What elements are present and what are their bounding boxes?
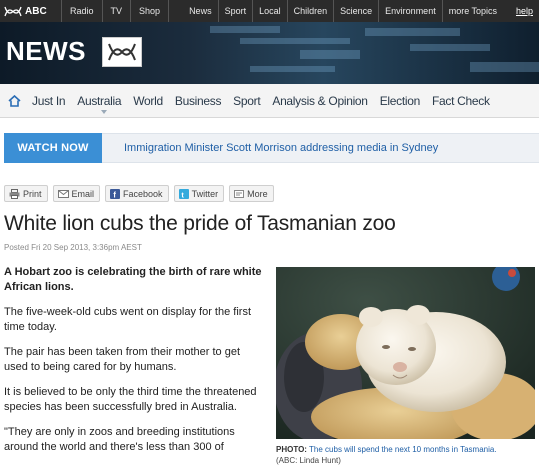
photo-caption: PHOTO: The cubs will spend the next 10 m…: [276, 444, 538, 466]
watch-now-strip: WATCH NOW Immigration Minister Scott Mor…: [4, 133, 539, 163]
banner-decoration: [365, 28, 460, 36]
top-link-shop[interactable]: Shop: [131, 0, 170, 22]
twitter-button[interactable]: t Twitter: [173, 185, 225, 202]
banner-decoration: [240, 38, 350, 44]
top-link-children[interactable]: Children: [288, 0, 335, 22]
photo-label: PHOTO:: [276, 445, 307, 454]
abc-news-logo[interactable]: [102, 37, 142, 67]
lion-cubs-image: [276, 267, 535, 439]
lion-cubs-photo[interactable]: [276, 267, 535, 439]
nav-fact-check[interactable]: Fact Check: [426, 84, 496, 118]
twitter-label: Twitter: [191, 188, 219, 199]
abc-wave-logo-icon: [108, 43, 136, 61]
banner-decoration: [300, 50, 360, 59]
top-link-environment[interactable]: Environment: [379, 0, 443, 22]
top-links-left: Radio TV Shop: [62, 0, 170, 22]
article-headline: White lion cubs the pride of Tasmanian z…: [4, 212, 396, 235]
watch-now-link[interactable]: Immigration Minister Scott Morrison addr…: [124, 142, 438, 154]
article-body: A Hobart zoo is celebrating the birth of…: [4, 265, 266, 465]
news-title[interactable]: NEWS: [6, 36, 86, 67]
home-icon[interactable]: [2, 94, 26, 107]
abc-logo-icon: [4, 6, 22, 16]
help-link[interactable]: help: [516, 0, 533, 22]
top-link-science[interactable]: Science: [334, 0, 380, 22]
nav-active-caret-icon: [101, 110, 107, 114]
top-link-sport[interactable]: Sport: [219, 0, 254, 22]
facebook-label: Facebook: [123, 188, 163, 199]
article-paragraph: "They are only in zoos and breeding inst…: [4, 426, 235, 453]
watch-now-button[interactable]: WATCH NOW: [4, 133, 102, 163]
top-link-radio[interactable]: Radio: [62, 0, 103, 22]
nav-australia[interactable]: Australia: [71, 84, 127, 118]
more-label: More: [247, 188, 268, 199]
print-button[interactable]: Print: [4, 185, 48, 202]
top-links-topics: News Sport Local Children Science Enviro…: [183, 0, 503, 22]
top-link-tv[interactable]: TV: [103, 0, 132, 22]
email-button[interactable]: Email: [52, 185, 101, 202]
top-link-more-topics[interactable]: more Topics: [443, 0, 503, 22]
print-label: Print: [23, 188, 42, 199]
share-toolbar: Print Email f Facebook t Twitter More: [4, 185, 274, 202]
article-paragraph: The five-week-old cubs went on display f…: [4, 306, 252, 333]
banner-decoration: [250, 66, 335, 72]
nav-business[interactable]: Business: [169, 84, 227, 118]
global-top-bar: ABC Radio TV Shop News Sport Local Child…: [0, 0, 539, 22]
facebook-icon: f: [110, 188, 121, 199]
share-more-icon: [234, 189, 245, 198]
article-paragraph: It is believed to be only the third time…: [4, 386, 257, 413]
envelope-icon: [57, 189, 69, 198]
banner-decoration: [410, 44, 490, 51]
abc-brand-text: ABC: [25, 5, 47, 17]
photo-caption-text[interactable]: The cubs will spend the next 10 months i…: [309, 445, 497, 454]
nav-sport[interactable]: Sport: [227, 84, 266, 118]
photo-credit: (ABC: Linda Hunt): [276, 456, 341, 465]
twitter-icon: t: [178, 188, 189, 199]
article-lead-paragraph: A Hobart zoo is celebrating the birth of…: [4, 266, 262, 293]
nav-election[interactable]: Election: [374, 84, 426, 118]
svg-text:f: f: [113, 190, 116, 198]
facebook-button[interactable]: f Facebook: [105, 185, 169, 202]
more-share-button[interactable]: More: [229, 185, 274, 202]
nav-just-in[interactable]: Just In: [26, 84, 71, 118]
news-banner: NEWS: [0, 22, 539, 84]
abc-home-link[interactable]: ABC: [0, 0, 62, 22]
nav-analysis-opinion[interactable]: Analysis & Opinion: [266, 84, 373, 118]
nav-world[interactable]: World: [127, 84, 169, 118]
email-label: Email: [71, 188, 95, 199]
banner-decoration: [470, 62, 539, 72]
main-navigation: Just In Australia World Business Sport A…: [0, 84, 539, 118]
top-link-news[interactable]: News: [183, 0, 219, 22]
printer-icon: [9, 188, 20, 199]
banner-decoration: [210, 26, 280, 33]
top-link-local[interactable]: Local: [253, 0, 288, 22]
article-paragraph: The pair has been taken from their mothe…: [4, 346, 241, 373]
posted-timestamp: Posted Fri 20 Sep 2013, 3:36pm AEST: [4, 243, 142, 252]
